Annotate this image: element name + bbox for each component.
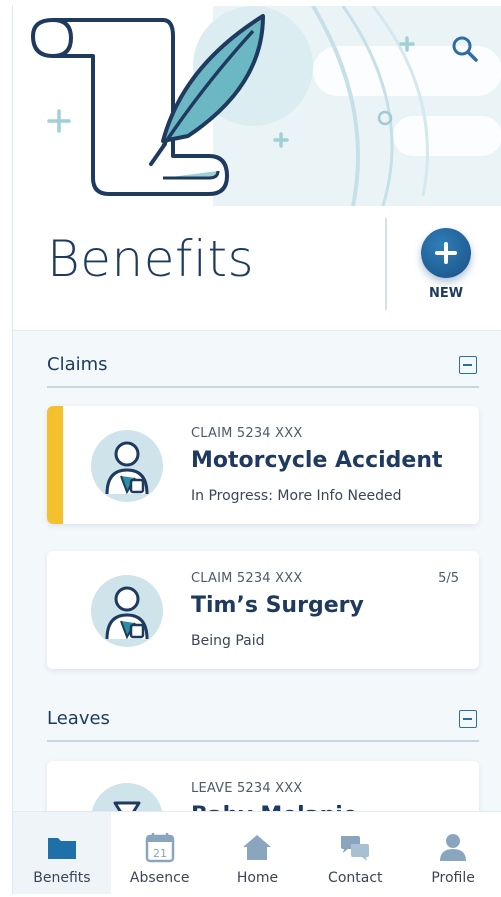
nav-profile[interactable]: Profile [404,812,501,894]
claim-count: 5/5 [438,571,459,586]
app-screen: Benefits NEW Claims CLAIM 5234 XXX Motor… [12,6,501,894]
claim-title: Motorcycle Accident [191,448,443,473]
nav-contact[interactable]: Contact [306,812,404,894]
search-icon [452,36,478,62]
scroll-and-quill-illustration [31,6,501,206]
search-button[interactable] [450,34,480,64]
nav-home-label: Home [236,870,279,886]
person-with-arm-sling-icon [105,441,149,495]
calendar-day: 21 [153,847,167,860]
claim-card-tims-surgery[interactable]: CLAIM 5234 XXX 5/5 Tim’s Surgery Being P… [47,551,479,669]
nav-home[interactable]: Home [209,812,307,894]
claim-status: Being Paid [191,633,265,649]
nav-absence[interactable]: 21 Absence [111,812,209,894]
leaves-section-title: Leaves [47,708,110,729]
page-title: Benefits [47,230,255,288]
status-accent-bar [47,406,63,524]
leaves-collapse-button[interactable] [459,710,477,728]
bottom-navigation: Benefits 21 Absence Home Contact Profile [13,811,501,894]
nav-benefits-label: Benefits [33,870,91,886]
claim-status: In Progress: More Info Needed [191,488,402,504]
claimant-avatar [91,430,163,502]
leave-id: LEAVE 5234 XXX [191,781,303,796]
folder-icon [47,838,76,859]
claims-section-header: Claims [47,348,479,388]
person-icon [440,834,467,861]
claims-collapse-button[interactable] [459,356,477,374]
claim-card-motorcycle-accident[interactable]: CLAIM 5234 XXX Motorcycle Accident In Pr… [47,406,479,524]
claimant-avatar [91,575,163,647]
chat-bubbles-icon [341,836,370,861]
nav-contact-label: Contact [328,870,383,886]
claim-id: CLAIM 5234 XXX [191,426,303,441]
nav-profile-label: Profile [431,870,475,886]
leaves-section-header: Leaves [47,702,479,742]
claim-id: CLAIM 5234 XXX [191,571,303,586]
nav-benefits[interactable]: Benefits [13,812,111,894]
title-bar: Benefits NEW [13,206,501,331]
divider [385,218,387,310]
claims-section-title: Claims [47,354,108,375]
nav-absence-label: Absence [129,870,190,886]
calendar-icon: 21 [145,833,174,863]
person-with-arm-sling-icon [105,586,149,640]
new-button[interactable] [421,228,471,278]
claim-title: Tim’s Surgery [191,593,364,618]
header-illustration [13,6,501,206]
home-icon [243,835,272,860]
new-button-label[interactable]: NEW [413,286,479,301]
